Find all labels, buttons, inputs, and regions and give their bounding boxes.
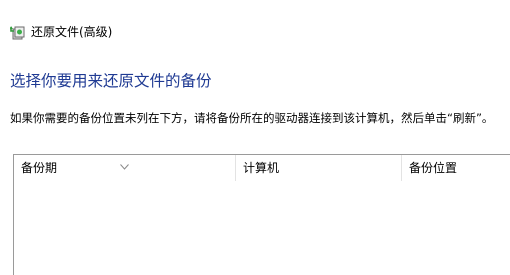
table-header: 备份期 计算机 备份位置 bbox=[14, 155, 510, 181]
column-header-label: 备份位置 bbox=[409, 161, 458, 175]
column-header-backup-period[interactable]: 备份期 bbox=[14, 155, 235, 181]
instructions-text: 如果你需要的备份位置未列在下方，请将备份所在的驱动器连接到该计算机，然后单击“刷… bbox=[10, 111, 494, 125]
restore-files-icon bbox=[10, 24, 26, 40]
column-header-label: 备份期 bbox=[21, 161, 58, 175]
sort-descending-icon bbox=[120, 153, 129, 170]
backup-list-table[interactable]: 备份期 计算机 备份位置 bbox=[13, 154, 510, 275]
column-header-backup-location[interactable]: 备份位置 bbox=[401, 155, 510, 181]
page-heading: 选择你要用来还原文件的备份 bbox=[10, 72, 212, 90]
table-body[interactable] bbox=[14, 181, 510, 275]
column-header-computer[interactable]: 计算机 bbox=[235, 155, 401, 181]
window-titlebar: 还原文件(高级) bbox=[10, 22, 112, 42]
window-title: 还原文件(高级) bbox=[31, 25, 113, 39]
column-header-label: 计算机 bbox=[243, 161, 280, 175]
